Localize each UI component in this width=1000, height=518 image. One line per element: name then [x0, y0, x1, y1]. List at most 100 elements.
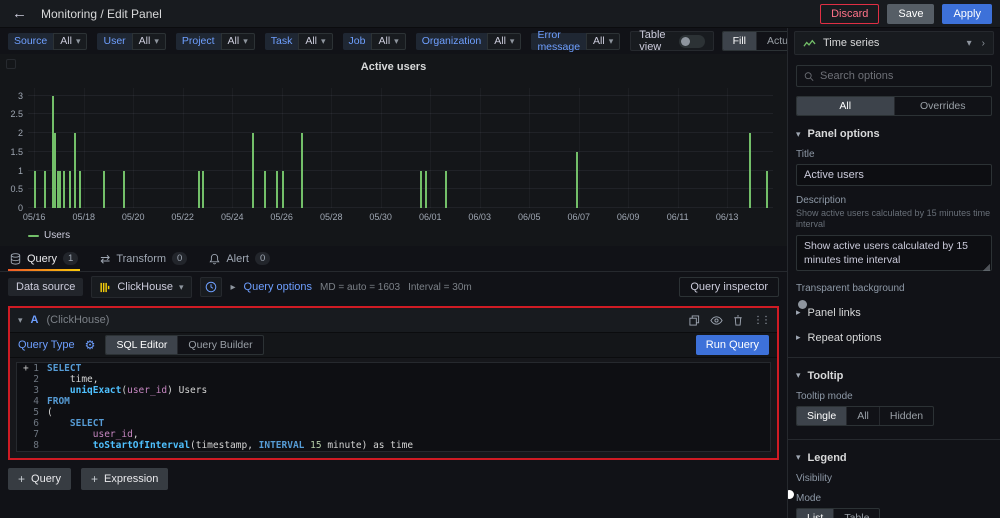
table-view-toggle-chip[interactable]: Table view — [630, 31, 713, 51]
add-query-label: Query — [31, 473, 61, 485]
add-expression-button[interactable]: + Expression — [81, 468, 168, 490]
discard-button[interactable]: Discard — [820, 4, 879, 24]
filter-value-dropdown[interactable]: All▾ — [298, 33, 332, 50]
visualization-picker[interactable]: Time series ▾ › — [794, 31, 994, 55]
filter-label[interactable]: Error message — [531, 33, 586, 50]
panel-links-section[interactable]: ▸ Panel links — [796, 307, 992, 319]
section-tooltip[interactable]: ▾ Tooltip — [796, 370, 992, 382]
section-legend[interactable]: ▾ Legend — [796, 452, 992, 464]
run-query-button[interactable]: Run Query — [696, 335, 769, 355]
bar-users — [264, 171, 266, 209]
x-axis-tick: 06/01 — [419, 212, 442, 222]
query-options-link[interactable]: Query options — [244, 281, 312, 293]
bar-users — [766, 171, 768, 209]
query-type-label[interactable]: Query Type — [18, 339, 75, 351]
description-field-label: Description — [796, 195, 992, 206]
section-panel-options-label: Panel options — [808, 128, 880, 140]
gridline-h — [28, 113, 773, 114]
filter-value-dropdown[interactable]: All▾ — [132, 33, 166, 50]
back-arrow-icon[interactable]: ← — [8, 5, 31, 22]
add-query-button[interactable]: + Query — [8, 468, 71, 490]
gridline-v — [84, 88, 85, 208]
x-axis-tick: 05/20 — [122, 212, 145, 222]
filter-value-dropdown[interactable]: All▾ — [53, 33, 87, 50]
option-hidden[interactable]: Hidden — [880, 407, 933, 425]
eye-icon[interactable] — [710, 315, 723, 326]
option-overrides[interactable]: Overrides — [895, 97, 992, 115]
filter-value-dropdown[interactable]: All▾ — [221, 33, 255, 50]
tab-query-label: Query — [27, 253, 57, 265]
sql-editor[interactable]: +1SELECT2 time,3 uniqExact(user_id) User… — [16, 362, 771, 452]
filter-value-dropdown[interactable]: All▾ — [487, 33, 521, 50]
chevron-right-icon[interactable]: ▸ — [230, 282, 235, 293]
line-number: 2 — [17, 374, 47, 385]
collapse-chevron-icon[interactable]: ▾ — [18, 316, 23, 325]
option-all[interactable]: All — [797, 97, 895, 115]
legend-label: Users — [44, 230, 70, 241]
repeat-options-section[interactable]: ▸ Repeat options — [796, 332, 992, 344]
options-search[interactable] — [796, 65, 992, 87]
display-mode-group: FillActual — [722, 31, 790, 51]
option-all[interactable]: All — [847, 407, 880, 425]
chevron-down-icon[interactable]: ▾ — [967, 38, 972, 49]
trash-icon[interactable] — [733, 315, 743, 326]
panel-title-input[interactable] — [796, 164, 992, 186]
section-tooltip-label: Tooltip — [808, 370, 844, 382]
angle-right-icon[interactable]: › — [982, 38, 985, 49]
line-number: 3 — [17, 385, 47, 396]
filter-value-dropdown[interactable]: All▾ — [586, 33, 620, 50]
filter-label[interactable]: Source — [8, 33, 53, 50]
gridline-v — [678, 88, 679, 208]
section-legend-label: Legend — [808, 452, 847, 464]
page-title: Monitoring / Edit Panel — [41, 7, 162, 21]
x-axis-tick: 05/22 — [171, 212, 194, 222]
panel-links-label: Panel links — [808, 307, 861, 319]
resize-grip-icon[interactable] — [983, 264, 990, 271]
option-actual[interactable]: Actual — [757, 32, 789, 50]
filter-value-dropdown[interactable]: All▾ — [371, 33, 405, 50]
query-inspector-button[interactable]: Query inspector — [679, 277, 779, 297]
table-view-toggle[interactable] — [679, 35, 705, 48]
drag-handle-icon[interactable]: ⋮⋮ — [753, 315, 769, 326]
filter-label[interactable]: Task — [265, 33, 299, 50]
tab-transform[interactable]: ⇄ Transform 0 — [98, 246, 189, 271]
chevron-right-icon: ▸ — [796, 307, 801, 318]
option-table[interactable]: Table — [834, 509, 879, 518]
top-actions: Discard Save Apply — [820, 4, 992, 24]
tab-transform-label: Transform — [116, 253, 166, 265]
legend-item-users[interactable]: Users — [28, 230, 70, 241]
option-fill[interactable]: Fill — [723, 32, 757, 50]
tab-query[interactable]: Query 1 — [8, 246, 80, 271]
section-panel-options[interactable]: ▾ Panel options — [796, 128, 992, 140]
option-query-builder[interactable]: Query Builder — [178, 336, 262, 354]
filter-label[interactable]: User — [97, 33, 131, 50]
bar-users — [282, 171, 284, 209]
gear-icon[interactable]: ⚙ — [85, 338, 96, 352]
option-single[interactable]: Single — [797, 407, 847, 425]
filter-label[interactable]: Organization — [416, 33, 488, 50]
legend-visibility-label: Visibility — [796, 473, 992, 484]
x-axis-tick: 06/07 — [567, 212, 590, 222]
query-card-header[interactable]: ▾ A (ClickHouse) ⋮⋮ — [10, 308, 777, 332]
visualization-name: Time series — [823, 37, 879, 49]
tab-alert[interactable]: Alert 0 — [207, 246, 272, 271]
filter-error-message: Error messageAll▾ — [531, 33, 620, 50]
gridline-h — [28, 188, 773, 189]
bar-users — [74, 133, 76, 208]
duplicate-icon[interactable] — [689, 315, 700, 326]
gridline-h — [28, 132, 773, 133]
add-expression-label: Expression — [104, 473, 158, 485]
option-sql-editor[interactable]: SQL Editor — [106, 336, 178, 354]
editor-mode-group: SQL EditorQuery Builder — [105, 335, 263, 355]
option-list[interactable]: List — [797, 509, 834, 518]
save-button[interactable]: Save — [887, 4, 934, 24]
filter-label[interactable]: Job — [343, 33, 372, 50]
options-search-input[interactable] — [820, 70, 984, 82]
code-line: 2 time, — [17, 374, 770, 385]
datasource-picker[interactable]: ClickHouse ▾ — [91, 276, 192, 298]
query-history-button[interactable] — [200, 277, 222, 297]
panel-description-textarea[interactable]: Show active users calculated by 15 minut… — [796, 235, 992, 271]
apply-button[interactable]: Apply — [942, 4, 992, 24]
filter-label[interactable]: Project — [176, 33, 221, 50]
filter-project: ProjectAll▾ — [176, 33, 255, 50]
